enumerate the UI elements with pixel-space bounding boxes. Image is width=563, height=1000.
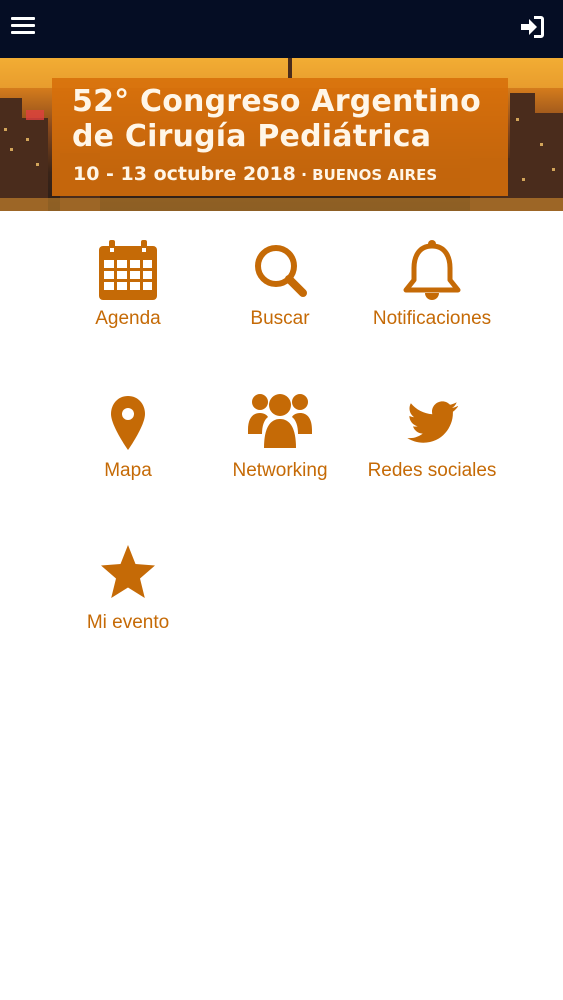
- bell-icon: [403, 240, 461, 300]
- menu-item-label: Agenda: [95, 308, 161, 329]
- banner-title: 52° Congreso Argentino de Cirugía Pediát…: [72, 84, 502, 154]
- menu-item-agenda[interactable]: Agenda: [52, 238, 204, 358]
- sign-in-icon[interactable]: [517, 12, 547, 42]
- twitter-icon: [407, 401, 459, 443]
- menu-item-label: Notificaciones: [372, 308, 492, 329]
- star-icon: [101, 545, 155, 598]
- banner-location: BUENOS AIRES: [312, 166, 438, 184]
- menu-item-label: Networking: [232, 460, 328, 481]
- menu-item-notificaciones[interactable]: Notificaciones: [356, 238, 508, 358]
- search-icon: [255, 245, 307, 297]
- menu-item-networking[interactable]: Networking: [204, 390, 356, 510]
- banner-dates: 10 - 13 octubre 2018: [73, 163, 296, 185]
- menu-item-mi-evento[interactable]: Mi evento: [52, 542, 204, 662]
- event-banner: 52° Congreso Argentino de Cirugía Pediát…: [0, 58, 563, 211]
- banner-title-box: 52° Congreso Argentino de Cirugía Pediát…: [52, 78, 508, 196]
- banner-subtitle: 10 - 13 octubre 2018 · BUENOS AIRES: [73, 163, 437, 185]
- banner-title-line2: de Cirugía Pediátrica: [72, 119, 432, 154]
- menu-item-label: Buscar: [250, 308, 310, 329]
- banner-separator: ·: [300, 165, 308, 184]
- users-icon: [248, 394, 312, 448]
- map-marker-icon: [111, 396, 145, 450]
- menu-item-label: Mi evento: [86, 612, 170, 633]
- banner-title-line1: 52° Congreso Argentino: [72, 84, 481, 119]
- menu-item-label: Mapa: [104, 460, 152, 481]
- hamburger-menu-icon[interactable]: [8, 11, 38, 41]
- menu-item-label: Redes sociales: [367, 460, 497, 481]
- menu-item-redes-sociales[interactable]: Redes sociales: [356, 390, 508, 510]
- menu-item-buscar[interactable]: Buscar: [204, 238, 356, 358]
- menu-item-mapa[interactable]: Mapa: [52, 390, 204, 510]
- calendar-icon: [99, 240, 157, 300]
- top-bar: [0, 0, 563, 58]
